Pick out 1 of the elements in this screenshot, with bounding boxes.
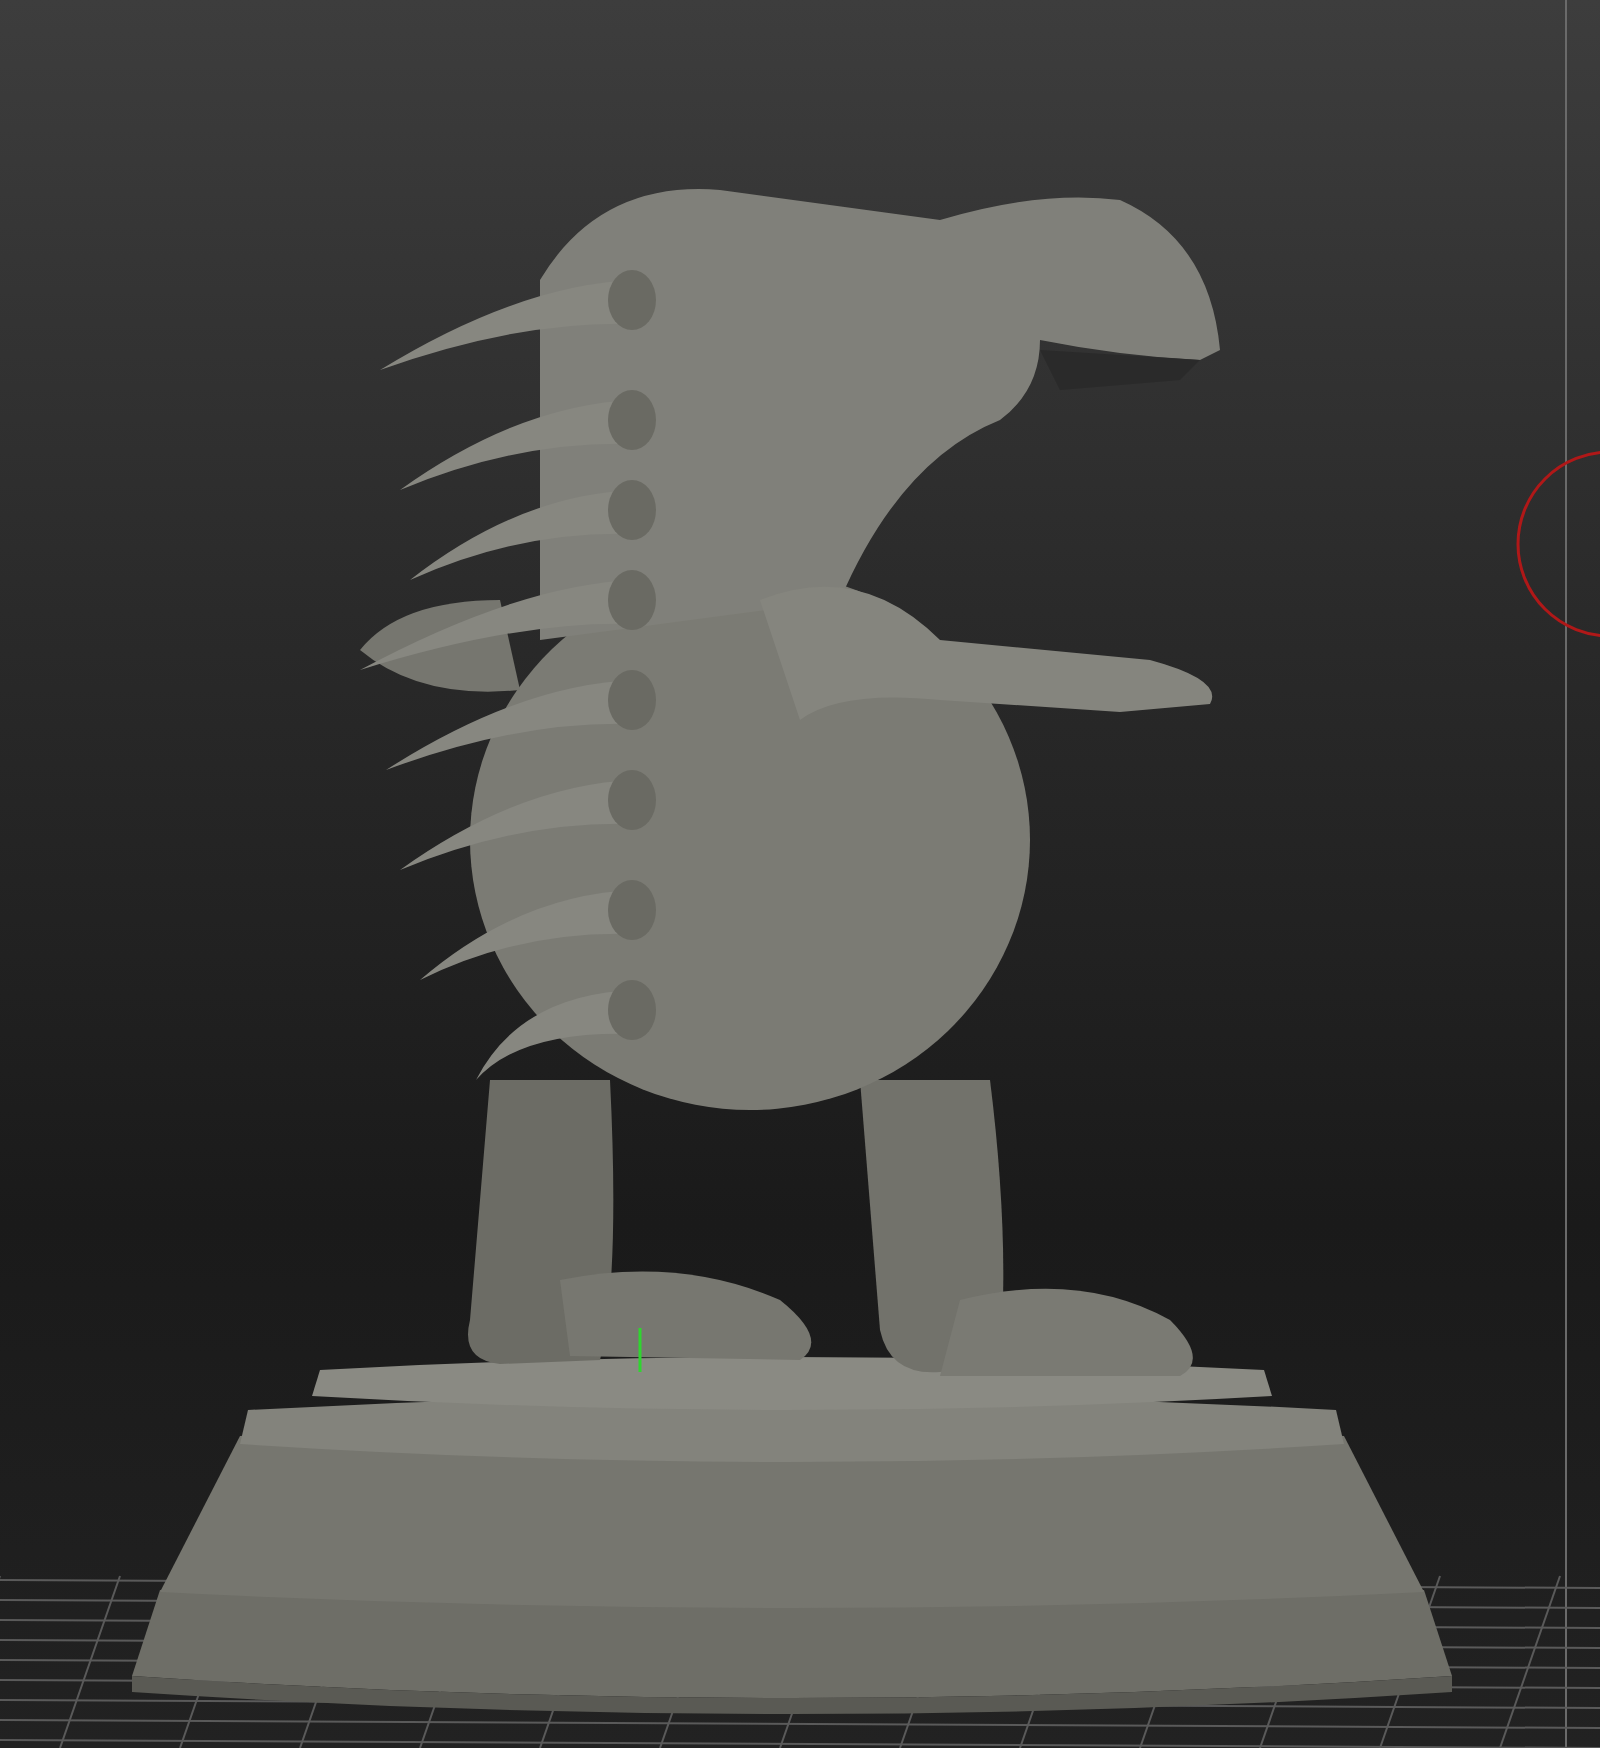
axis-marker-icon (638, 1328, 642, 1372)
